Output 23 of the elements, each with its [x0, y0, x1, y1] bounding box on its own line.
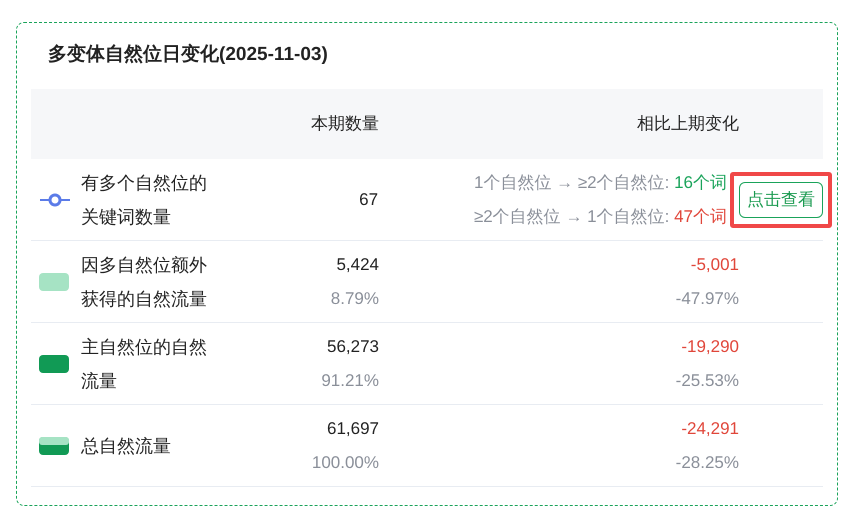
- row-label: 总自然流量: [81, 436, 171, 456]
- view-button[interactable]: 点击查看: [739, 182, 823, 218]
- change-percent: -25.53%: [676, 370, 739, 392]
- value-text: 61,697: [327, 418, 379, 440]
- share-text: 100.00%: [312, 452, 379, 474]
- change-line: ≥2个自然位 → 1个自然位: 47个词: [474, 206, 727, 228]
- row-label: 有多个自然位的关键词数量: [80, 172, 207, 226]
- value-text: 56,273: [327, 336, 379, 358]
- change-percent: -28.25%: [676, 452, 739, 474]
- change-percent: -47.97%: [676, 288, 739, 310]
- value-text: 5,424: [336, 254, 379, 276]
- share-text: 91.21%: [321, 370, 379, 392]
- change-line: 1个自然位 → ≥2个自然位: 16个词: [474, 172, 727, 194]
- column-header: 相比上期变化: [637, 114, 739, 134]
- change-value: -24,291: [681, 418, 739, 440]
- row-label: 因多自然位额外获得的自然流量: [81, 254, 207, 308]
- card-title: 多变体自然位日变化(2025-11-03): [47, 42, 329, 67]
- change-value: -19,290: [681, 336, 739, 358]
- change-value: -5,001: [690, 254, 739, 276]
- share-text: 8.79%: [330, 288, 379, 310]
- column-header: 本期数量: [311, 114, 379, 134]
- value-text: 67: [359, 188, 378, 210]
- row-label: 主自然位的自然流量: [81, 336, 207, 390]
